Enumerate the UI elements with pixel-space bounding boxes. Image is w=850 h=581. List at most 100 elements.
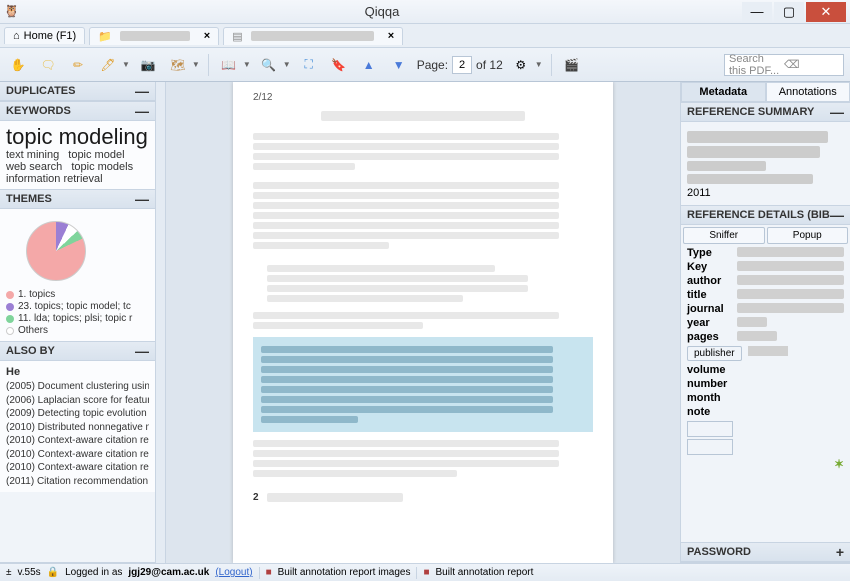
expand-icon[interactable]: + (836, 547, 844, 557)
keyword-item[interactable]: topic models (71, 161, 133, 173)
close-button[interactable]: ✕ (806, 2, 846, 22)
tab-document[interactable]: ▤ × (223, 27, 403, 45)
keywords-header[interactable]: KEYWORDS — (0, 102, 155, 121)
keyword-item[interactable]: web search (6, 161, 62, 173)
tab-library[interactable]: 📁 × (89, 27, 219, 45)
field-key-value[interactable] (737, 261, 844, 271)
map-icon[interactable]: 🗺 (166, 53, 190, 77)
alsoby-title: ALSO BY (6, 345, 55, 357)
window-title: Qiqqa (24, 4, 740, 19)
collapse-icon[interactable]: — (135, 86, 149, 96)
minimize-button[interactable]: — (742, 2, 772, 22)
field-type-value[interactable] (737, 247, 844, 257)
status-message-1: Built annotation report images (278, 567, 411, 578)
field-extra-input-2[interactable] (687, 439, 733, 455)
field-year-value[interactable] (737, 317, 767, 327)
status-stop-icon[interactable]: ■ (423, 567, 429, 578)
collapse-icon[interactable]: — (135, 106, 149, 116)
refsummary-header[interactable]: REFERENCE SUMMARY — (681, 103, 850, 122)
alsoby-item[interactable]: (2006) Laplacian score for feature (6, 394, 149, 408)
alsoby-item[interactable]: (2011) Citation recommendation (6, 475, 149, 489)
camera-icon[interactable]: 📷 (136, 53, 160, 77)
bookmark-icon[interactable]: 🔖 (327, 53, 351, 77)
field-extra-input-1[interactable] (687, 421, 733, 437)
maximize-button[interactable]: ▢ (774, 2, 804, 22)
alsoby-item[interactable]: (2010) Distributed nonnegative m (6, 421, 149, 435)
refsummary-title: REFERENCE SUMMARY (687, 106, 814, 118)
refsummary-year: 2011 (687, 187, 844, 199)
field-pages-label: pages (687, 331, 737, 343)
alsoby-item[interactable]: (2010) Context-aware citation rec (6, 434, 149, 448)
dropdown-icon[interactable]: ▼ (192, 60, 200, 69)
tab-home-label: Home (F1) (24, 30, 77, 42)
keyword-item[interactable]: topic model (68, 149, 124, 161)
note-icon[interactable]: 🗨 (36, 53, 60, 77)
publisher-button[interactable]: publisher (687, 346, 742, 361)
sniffer-button[interactable]: Sniffer (683, 227, 765, 244)
left-panel: DUPLICATES — KEYWORDS — topic modeling t… (0, 82, 156, 563)
field-key-label: Key (687, 261, 737, 273)
duplicates-title: DUPLICATES (6, 85, 75, 97)
page-label: Page: (417, 58, 448, 72)
right-panel: Metadata Annotations REFERENCE SUMMARY —… (680, 82, 850, 563)
gear-icon[interactable]: ⚙ (509, 53, 533, 77)
pencil-icon[interactable]: 🖊 (96, 53, 120, 77)
sync-icon[interactable]: ± (6, 567, 12, 578)
themes-header[interactable]: THEMES — (0, 190, 155, 209)
dropdown-icon[interactable]: ▼ (535, 60, 543, 69)
alsoby-header[interactable]: ALSO BY — (0, 342, 155, 361)
dropdown-icon[interactable]: ▼ (122, 60, 130, 69)
hand-tool-icon[interactable]: ✋ (6, 53, 30, 77)
keyword-main[interactable]: topic modeling (6, 125, 149, 149)
refdetails-title: REFERENCE DETAILS (BIBTE (687, 209, 830, 221)
arrow-up-icon[interactable]: ▲ (357, 53, 381, 77)
alsoby-item[interactable]: (2009) Detecting topic evolution (6, 407, 149, 421)
keyword-item[interactable]: text mining (6, 149, 59, 161)
refdetails-header[interactable]: REFERENCE DETAILS (BIBTE — (681, 206, 850, 225)
field-author-value[interactable] (737, 275, 844, 285)
collapse-icon[interactable]: — (135, 194, 149, 204)
dropdown-icon[interactable]: ▼ (243, 60, 251, 69)
collapse-icon[interactable]: — (830, 107, 844, 117)
scroll-gutter[interactable] (156, 82, 166, 563)
search-placeholder: Search this PDF... (729, 53, 784, 77)
alsoby-item[interactable]: (2010) Context-aware citation rec (6, 448, 149, 462)
tab-annotations[interactable]: Annotations (766, 82, 850, 102)
tab-document-label-blur (251, 31, 374, 41)
field-journal-value[interactable] (737, 303, 844, 313)
field-pages-value[interactable] (737, 331, 777, 341)
clapper-icon[interactable]: 🎬 (560, 53, 584, 77)
tab-document-close[interactable]: × (388, 30, 394, 42)
status-stop-icon[interactable]: ■ (266, 567, 272, 578)
field-title-value[interactable] (737, 289, 844, 299)
popup-button[interactable]: Popup (767, 227, 849, 244)
collapse-icon[interactable]: — (830, 210, 844, 220)
arrow-down-icon[interactable]: ▼ (387, 53, 411, 77)
page-input[interactable] (452, 56, 472, 74)
tab-home[interactable]: ⌂ Home (F1) (4, 27, 85, 44)
field-year-label: year (687, 317, 737, 329)
themes-title: THEMES (6, 193, 52, 205)
password-header[interactable]: PASSWORD + (681, 543, 850, 562)
zoom-icon[interactable]: 🔍 (257, 53, 281, 77)
keyword-item[interactable]: information retrieval (6, 173, 103, 185)
alsoby-item[interactable]: (2005) Document clustering using (6, 380, 149, 394)
status-bar: ± v.55s 🔒 Logged in as jgj29@cam.ac.uk (… (0, 563, 850, 581)
duplicates-header[interactable]: DUPLICATES — (0, 82, 155, 101)
document-page: 2/12 2 (233, 82, 613, 563)
fullscreen-icon[interactable]: ⛶ (297, 53, 321, 77)
tab-metadata[interactable]: Metadata (681, 82, 766, 102)
logout-link[interactable]: (Logout) (215, 567, 252, 578)
alsoby-item[interactable]: (2010) Context-aware citation rec (6, 461, 149, 475)
confirm-icon[interactable]: ✶ (681, 457, 850, 471)
document-scroll-area[interactable]: 2/12 2 (166, 82, 680, 563)
tab-library-close[interactable]: × (204, 30, 210, 42)
dropdown-icon[interactable]: ▼ (283, 60, 291, 69)
search-input[interactable]: Search this PDF... ⌫ (724, 54, 844, 76)
book-open-icon[interactable]: 📖 (217, 53, 241, 77)
highlighted-text[interactable] (253, 337, 593, 432)
collapse-icon[interactable]: — (135, 346, 149, 356)
highlight-icon[interactable]: ✏ (66, 53, 90, 77)
field-volume-label: volume (687, 364, 737, 376)
clear-icon[interactable]: ⌫ (784, 58, 839, 71)
